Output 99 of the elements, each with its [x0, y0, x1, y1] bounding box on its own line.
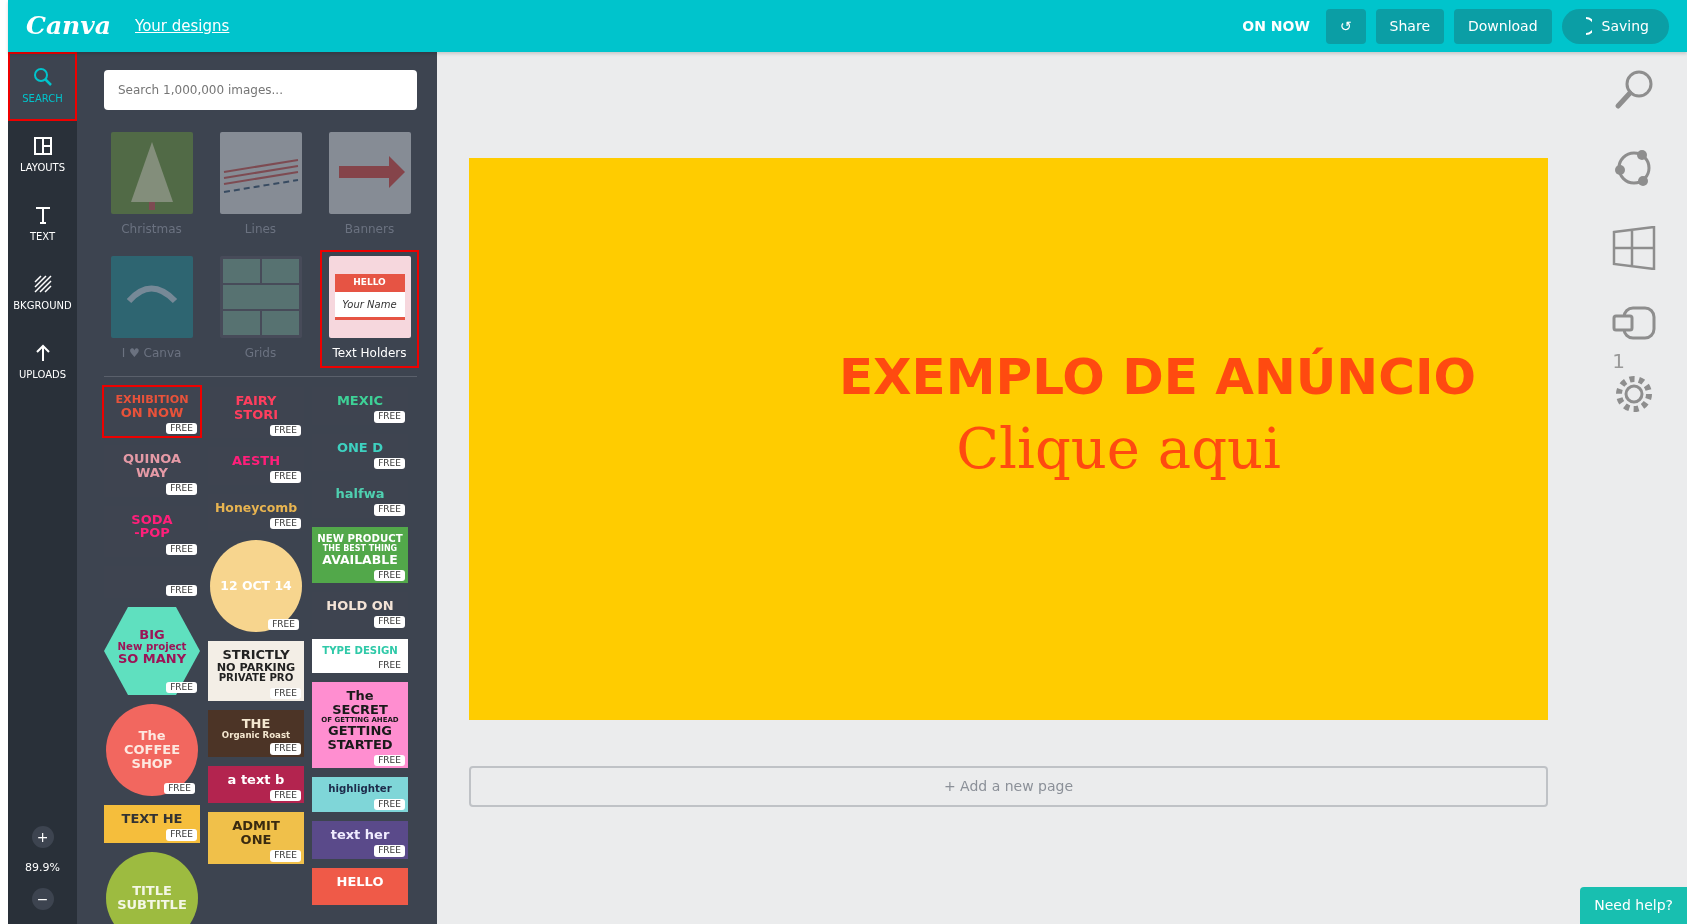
sticker-text: SECRET: [332, 703, 388, 717]
window-grid-icon: [1611, 226, 1656, 270]
sticker-text: NEW PRODUCT: [317, 533, 403, 544]
sticker-template[interactable]: 12 OCT 14 FREE: [210, 539, 302, 632]
sticker-text: MEXIC: [336, 394, 384, 408]
sticker-template[interactable]: TEXT HE FREE: [104, 804, 200, 843]
free-tag: FREE: [374, 798, 405, 810]
stripes-icon: [32, 274, 53, 294]
sticker-template[interactable]: a text b FREE: [208, 765, 304, 804]
free-tag: FREE: [270, 850, 301, 862]
free-tag: FREE: [374, 845, 405, 857]
free-tag: FREE: [166, 681, 197, 693]
status-text: ON NOW: [1242, 16, 1310, 36]
sticker-text: SUBTITLE: [117, 897, 187, 912]
sticker-text: text her: [330, 827, 390, 842]
sticker-text: SODA: [131, 512, 173, 527]
sticker-text: FAIRY: [235, 394, 277, 408]
sticker-template[interactable]: highlighter FREE: [312, 777, 408, 812]
free-tag: FREE: [270, 687, 301, 700]
sticker-text: STORI: [233, 407, 279, 422]
sticker-text: PRIVATE PRO: [218, 673, 294, 685]
layout-icon: [32, 136, 53, 156]
sticker-text: SO MANY: [117, 652, 187, 666]
sidebar-tab[interactable]: UPLOADS: [8, 328, 77, 397]
sticker-template[interactable]: BIG New project SO MANY FREE: [104, 606, 200, 695]
free-tag: FREE: [374, 616, 405, 628]
sticker-text: QUINOA: [122, 452, 182, 467]
zoom-in-button[interactable]: +: [31, 825, 54, 848]
sticker-text: -POP: [134, 526, 170, 540]
zoom-level: 89.9%: [25, 859, 60, 876]
sticker-text: COFFEE: [123, 743, 181, 757]
free-tag: FREE: [270, 471, 301, 483]
sticker-template[interactable]: STRICTLY NO PARKING PRIVATE PRO FREE: [208, 640, 304, 702]
sticker-text: STARTED: [327, 737, 393, 752]
sticker-template[interactable]: The COFFEE SHOP FREE: [106, 703, 198, 796]
zoom-out-button[interactable]: −: [31, 888, 54, 910]
sticker-text: a text b: [227, 772, 285, 787]
sticker-text: TYPE DESIGN: [322, 645, 398, 657]
search-field[interactable]: Search 1,000,000 images...: [104, 70, 417, 110]
hello-text: HELLO: [334, 274, 405, 292]
sticker-text: HOLD ON: [326, 599, 394, 613]
sticker-text: The: [138, 729, 166, 744]
free-tag: FREE: [374, 569, 405, 582]
sticker-text: EXHIBITION: [115, 394, 189, 406]
subheadline: Clique aqui: [956, 415, 1281, 483]
free-tag: FREE: [270, 424, 301, 437]
sticker-template[interactable]: THE Organic Roast FREE: [208, 710, 304, 757]
search-icon: [32, 67, 53, 87]
free-tag: FREE: [166, 483, 197, 495]
free-tag: FREE: [166, 829, 197, 841]
free-tag: FREE: [270, 743, 301, 755]
sticker-text: SHOP: [131, 756, 173, 771]
sticker-text: Organic Roast: [221, 730, 291, 740]
sticker-text: ON NOW: [120, 405, 184, 420]
free-tag: FREE: [268, 618, 299, 630]
sticker-text: ONE: [240, 833, 272, 847]
name-text: Your Name: [334, 291, 405, 320]
sticker-text: AESTH: [231, 454, 281, 468]
free-tag: FREE: [374, 411, 405, 423]
sticker-template[interactable]: NEW PRODUCT THE BEST THING AVAILABLE FREE: [312, 526, 408, 584]
sidebar-tab[interactable]: TEXT: [8, 190, 77, 259]
page-number: 1: [1612, 348, 1625, 375]
sticker-text: NO PARKING: [216, 661, 296, 674]
sidebar-tab[interactable]: SEARCH: [8, 52, 77, 121]
category-tile[interactable]: HELLO Your Name Text Holders: [322, 252, 417, 366]
free-tag: FREE: [270, 789, 301, 802]
sticker-text: ONE D: [336, 440, 384, 455]
sticker-text: THE BEST THING: [322, 544, 398, 553]
sidebar-tab[interactable]: LAYOUTS: [8, 121, 77, 190]
sticker-text: AVAILABLE: [322, 553, 398, 567]
free-tag: FREE: [164, 782, 195, 794]
free-tag: FREE: [374, 754, 405, 767]
sticker-text: GETTING: [328, 724, 392, 738]
free-tag: FREE: [166, 543, 197, 555]
sticker-text: The: [346, 689, 374, 703]
free-tag: FREE: [166, 584, 197, 596]
sticker-text: TEXT HE: [121, 811, 183, 826]
free-tag: FREE: [166, 422, 197, 435]
free-tag: FREE: [374, 457, 405, 470]
sticker-text: BIG: [139, 627, 165, 642]
sticker-text: Honeycomb: [214, 500, 298, 514]
sticker-text: THE: [241, 717, 271, 731]
sticker-text: STRICTLY: [222, 647, 290, 662]
sticker-template[interactable]: text her FREE: [312, 820, 408, 859]
sticker-text: halfwa: [335, 487, 385, 501]
sticker-text: HELLO: [336, 874, 384, 889]
free-tag: FREE: [374, 504, 405, 516]
sidebar-tab[interactable]: BKGROUND: [8, 259, 77, 328]
sticker-text: TITLE: [132, 883, 172, 898]
sticker-template[interactable]: TYPE DESIGN FREE: [312, 638, 408, 674]
headline: EXEMPLO DE ANÚNCIO: [838, 347, 1476, 407]
sticker-text: WAY: [136, 466, 168, 480]
sticker-text: ADMIT: [232, 819, 280, 833]
duplicate-icon: [1611, 306, 1656, 340]
sticker-text: highlighter: [328, 784, 392, 795]
sticker-template[interactable]: ADMIT ONE FREE: [208, 812, 304, 864]
sticker-text: New project: [117, 641, 187, 653]
sticker-text: 12 OCT 14: [220, 579, 292, 593]
free-tag: FREE: [270, 517, 301, 529]
